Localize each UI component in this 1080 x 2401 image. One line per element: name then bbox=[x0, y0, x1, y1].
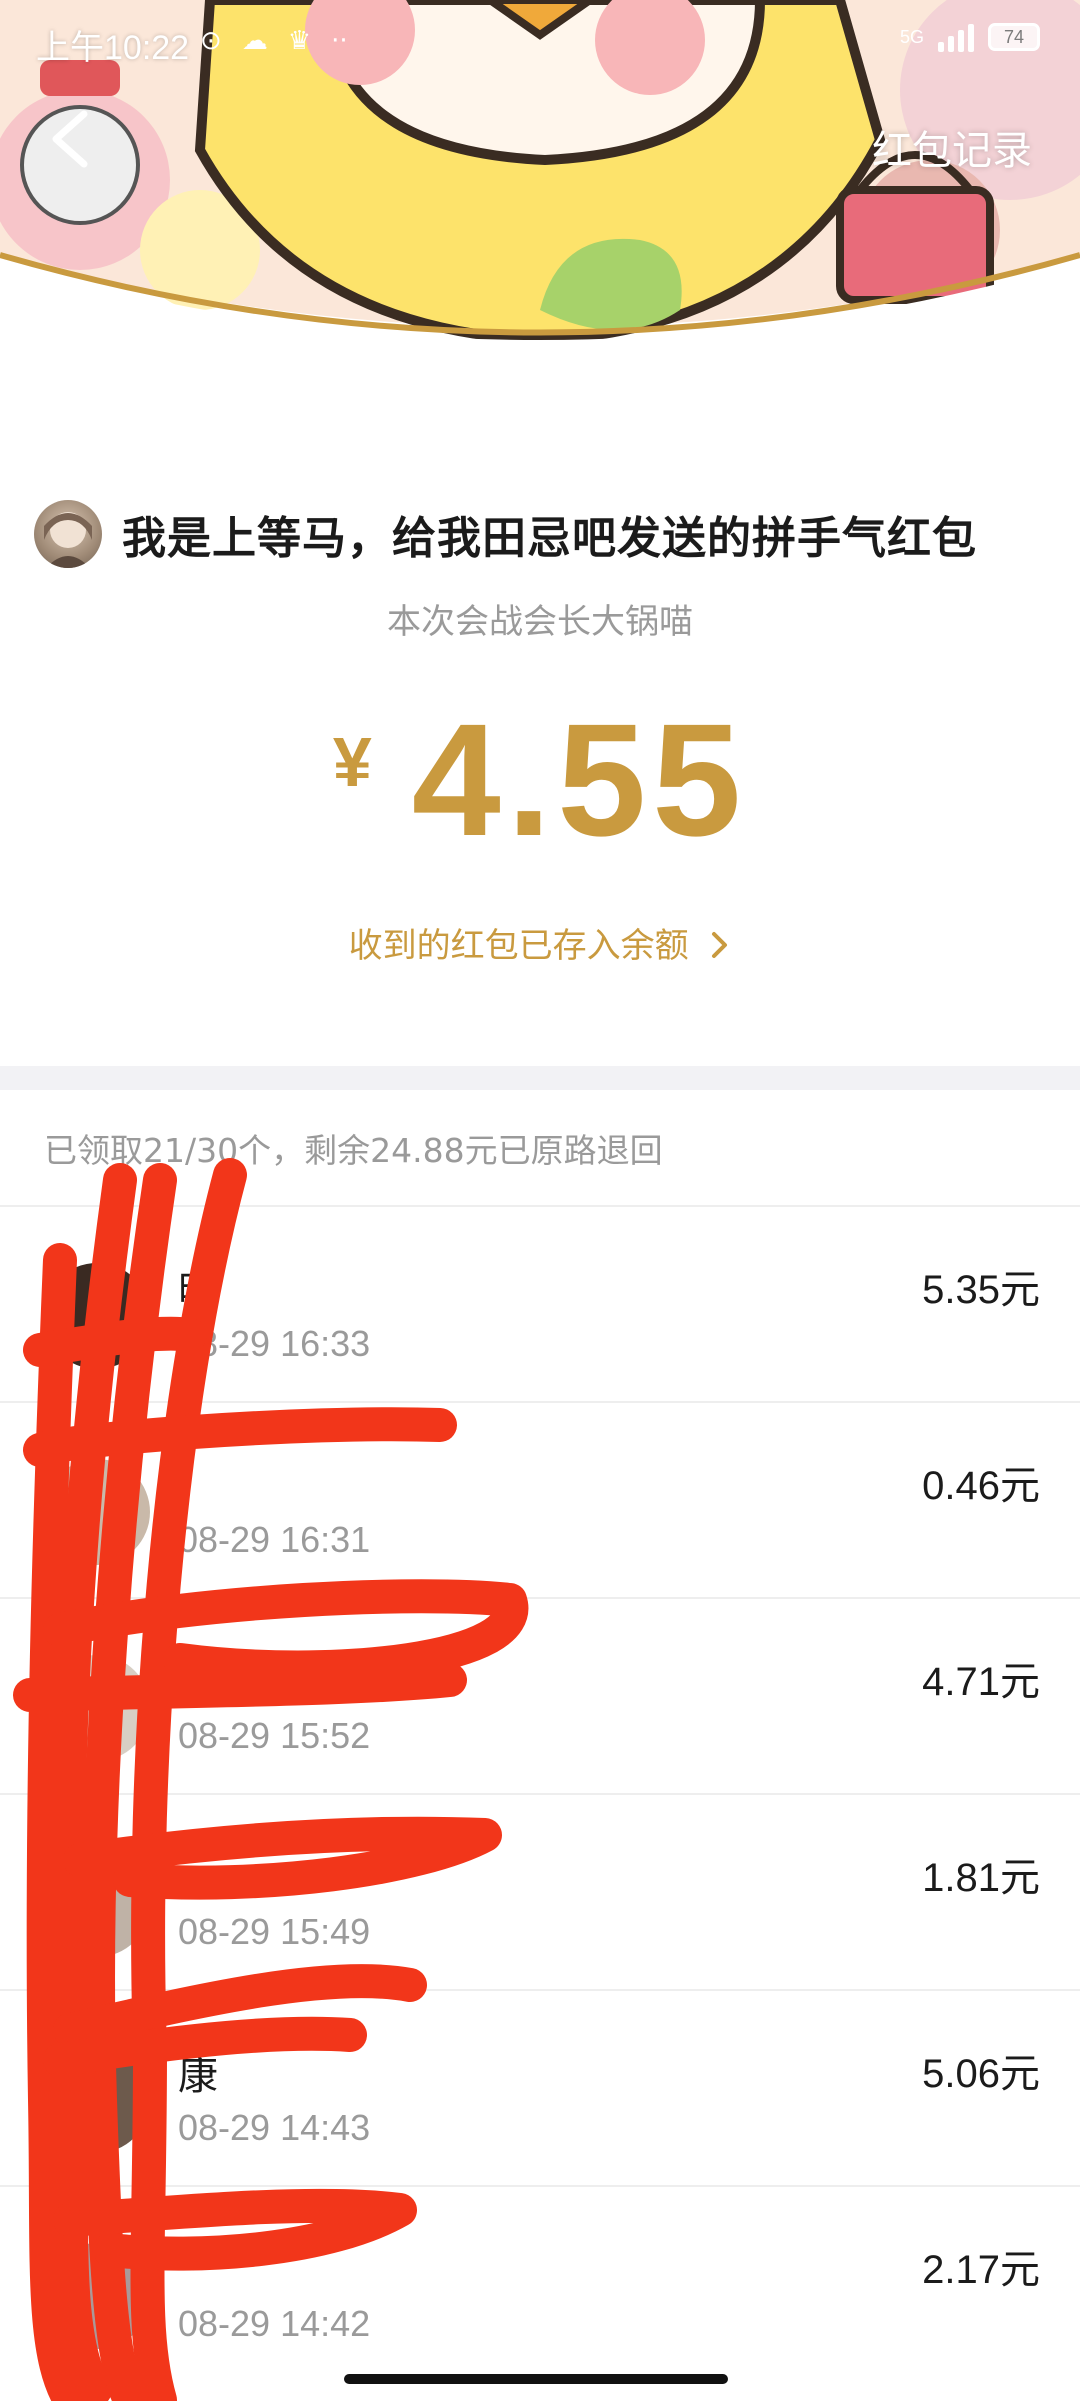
avatar bbox=[44, 2047, 150, 2153]
avatar-image bbox=[44, 512, 92, 568]
avatar bbox=[44, 1851, 150, 1957]
claim-time: 08-29 15:49 bbox=[178, 1911, 371, 1952]
status-notification-icons: ⊙ ☁ ♛ ·· bbox=[200, 26, 348, 56]
red-packet-records-link[interactable]: 红包记录 bbox=[872, 118, 1032, 176]
claim-time: 08-29 15:52 bbox=[178, 1715, 371, 1756]
signal-icon bbox=[938, 22, 974, 52]
status-bar: 上午10:22 ⊙ ☁ ♛ ·· 5G 74 bbox=[0, 0, 1080, 90]
list-item[interactable]: ne1o 08-29 15:52 4.71元 bbox=[0, 1597, 1080, 1793]
currency-symbol: ¥ bbox=[332, 723, 372, 801]
claim-amount: 1.81元 bbox=[922, 1856, 1040, 1900]
list-item[interactable]: 08-29 15:49 1.81元 bbox=[0, 1793, 1080, 1989]
balance-link[interactable]: 收到的红包已存入余额 bbox=[0, 918, 1080, 967]
received-amount: ¥ 4.55 bbox=[0, 700, 1080, 860]
section-divider bbox=[0, 1066, 1080, 1090]
back-button[interactable] bbox=[38, 104, 108, 174]
claim-summary: 已领取21/30个，剩余24.88元已原路退回 bbox=[44, 1131, 663, 1170]
chevron-right-icon bbox=[712, 932, 728, 958]
avatar bbox=[44, 1459, 150, 1565]
claim-amount: 5.06元 bbox=[922, 2052, 1040, 2096]
avatar bbox=[44, 1655, 150, 1761]
more-dots-icon: ·· bbox=[331, 26, 348, 56]
balance-link-label: 收到的红包已存入余额 bbox=[348, 926, 689, 966]
recipient-name: ne1o bbox=[245, 1651, 345, 1697]
claim-amount: 4.71元 bbox=[922, 1660, 1040, 1704]
claim-amount: 0.46元 bbox=[922, 1464, 1040, 1508]
claim-amount: 5.35元 bbox=[922, 1268, 1040, 1312]
sender-row: 我是上等马，给我田忌吧发送的拼手气红包 bbox=[34, 500, 1064, 568]
list-item[interactable]: 康 08-29 14:43 5.06元 bbox=[0, 1989, 1080, 2185]
claim-amount: 2.17元 bbox=[922, 2248, 1040, 2292]
avatar bbox=[44, 2243, 150, 2349]
list-item[interactable]: 08-29 14:42 2.17元 bbox=[0, 2185, 1080, 2381]
back-arrow-icon bbox=[52, 110, 88, 168]
packet-subtitle: 本次会战会长大锅喵 bbox=[387, 602, 693, 642]
list-item[interactable]: 08-29 16:31 0.46元 bbox=[0, 1401, 1080, 1597]
claim-time: 08-29 16:31 bbox=[178, 1519, 371, 1560]
list-item[interactable]: 明 08-29 16:33 5.35元 bbox=[0, 1205, 1080, 1401]
status-time: 上午10:22 bbox=[36, 29, 190, 67]
recipient-name: 康 bbox=[178, 2053, 218, 2099]
recipient-list: 明 08-29 16:33 5.35元 08-29 16:31 0.46元 ne… bbox=[0, 1205, 1080, 2381]
sender-title: 我是上等马，给我田忌吧发送的拼手气红包 bbox=[122, 513, 977, 564]
home-indicator[interactable] bbox=[344, 2374, 728, 2384]
status-system-icons: 5G 74 bbox=[900, 22, 1040, 52]
claim-time: 08-29 14:42 bbox=[178, 2303, 371, 2344]
recipient-name: 明 bbox=[178, 1269, 218, 1315]
sender-avatar[interactable] bbox=[34, 500, 102, 568]
battery-level: 74 bbox=[1003, 27, 1025, 47]
amount-value: 4.55 bbox=[411, 690, 748, 869]
avatar bbox=[44, 1263, 150, 1369]
app-icon: ♛ bbox=[287, 26, 312, 56]
claim-time: 08-29 16:33 bbox=[178, 1323, 371, 1364]
alarm-icon: ⊙ bbox=[200, 26, 222, 56]
network-type: 5G bbox=[899, 26, 924, 47]
battery-icon: 74 bbox=[988, 23, 1040, 51]
claim-time: 08-29 14:43 bbox=[178, 2107, 371, 2148]
notification-icon: ☁ bbox=[241, 26, 268, 56]
